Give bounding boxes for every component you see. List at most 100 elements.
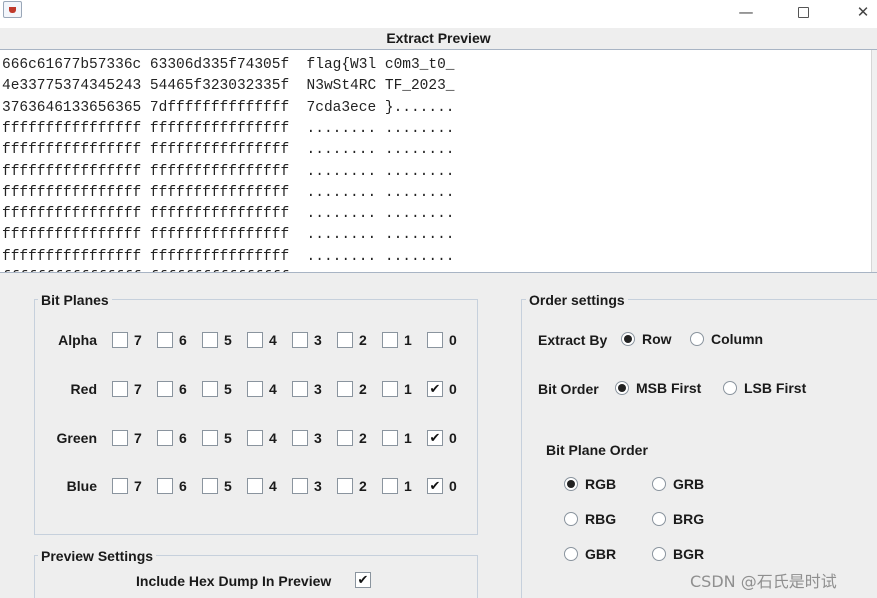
hex-dump-checkbox[interactable]: ✔ [355, 572, 371, 588]
minimize-button[interactable]: — [723, 0, 769, 24]
bit-label: 4 [269, 430, 277, 446]
bit-checkbox-green-3[interactable] [292, 430, 308, 446]
bit-checkbox-green-4[interactable] [247, 430, 263, 446]
bit-label: 7 [134, 430, 142, 446]
bit-plane-row-label: Red [70, 381, 97, 397]
bit-checkbox-red-1[interactable] [382, 381, 398, 397]
bit-checkbox-alpha-3[interactable] [292, 332, 308, 348]
bit-label: 1 [404, 332, 412, 348]
title-bar: — ✕ [0, 0, 877, 28]
bit-label: 2 [359, 430, 367, 446]
bit-checkbox-blue-2[interactable] [337, 478, 353, 494]
preview-line: 3763646133656365 7dffffffffffffff 7cda3e… [2, 99, 455, 116]
radio-dot [618, 384, 626, 392]
bit-label: 5 [224, 478, 232, 494]
bit-checkbox-green-7[interactable] [112, 430, 128, 446]
bit-checkbox-alpha-5[interactable] [202, 332, 218, 348]
maximize-button[interactable] [780, 0, 826, 24]
bit-checkbox-red-0[interactable]: ✔ [427, 381, 443, 397]
preview-line: 4e33775374345243 54465f323032335f N3wSt4… [2, 78, 455, 95]
bit-checkbox-red-6[interactable] [157, 381, 173, 397]
bit-label: 4 [269, 332, 277, 348]
preview-line: ffffffffffffffff ffffffffffffffff ......… [2, 163, 455, 180]
plane-order-brg-radio[interactable] [652, 512, 666, 526]
extract-by-row-radio-label: Row [642, 331, 672, 347]
bit-label: 2 [359, 381, 367, 397]
plane-order-gbr-radio-label: GBR [585, 546, 617, 562]
bit-checkbox-red-4[interactable] [247, 381, 263, 397]
bit-checkbox-blue-5[interactable] [202, 478, 218, 494]
bit-checkbox-blue-1[interactable] [382, 478, 398, 494]
order-settings-title: Order settings [526, 292, 628, 308]
bit-label: 0 [449, 332, 457, 348]
bit-checkbox-blue-3[interactable] [292, 478, 308, 494]
bit-label: 0 [449, 478, 457, 494]
bit-label: 1 [404, 381, 412, 397]
bit-planes-title: Bit Planes [38, 292, 112, 308]
extract-by-column-radio-label: Column [711, 331, 764, 347]
preview-line: ffffffffffffffff ffffffffffffffff ......… [2, 227, 455, 244]
bit-checkbox-alpha-4[interactable] [247, 332, 263, 348]
preview-settings-title: Preview Settings [38, 548, 157, 564]
bit-label: 7 [134, 381, 142, 397]
extract-by-column-radio[interactable] [690, 332, 704, 346]
bit-label: 6 [179, 381, 187, 397]
bit-label: 3 [314, 430, 322, 446]
extract-by-row-radio[interactable] [621, 332, 635, 346]
lsb-first-radio[interactable] [723, 381, 737, 395]
bit-checkbox-alpha-7[interactable] [112, 332, 128, 348]
bit-label: 3 [314, 478, 322, 494]
bit-checkbox-green-6[interactable] [157, 430, 173, 446]
bit-checkbox-red-5[interactable] [202, 381, 218, 397]
plane-order-rgb-radio[interactable] [564, 477, 578, 491]
close-button[interactable]: ✕ [840, 0, 877, 24]
maximize-icon [797, 6, 809, 18]
preview-scrollbar[interactable] [871, 50, 877, 272]
preview-line: ffffffffffffffff ffffffffffffffff ......… [2, 142, 455, 159]
bit-checkbox-green-2[interactable] [337, 430, 353, 446]
bit-label: 3 [314, 381, 322, 397]
bit-checkbox-blue-0[interactable]: ✔ [427, 478, 443, 494]
bit-label: 5 [224, 430, 232, 446]
preview-line: ffffffffffffffff ffffffffffffffff ......… [2, 120, 455, 137]
preview-line: 666c61677b57336c 63306d335f74305f flag{W… [2, 57, 455, 73]
bit-order-label: Bit Order [538, 381, 599, 397]
msb-first-radio-label: MSB First [636, 380, 702, 396]
hex-dump-label: Include Hex Dump In Preview [136, 573, 332, 589]
plane-order-gbr-radio[interactable] [564, 547, 578, 561]
plane-order-bgr-radio[interactable] [652, 547, 666, 561]
bit-checkbox-red-2[interactable] [337, 381, 353, 397]
bit-plane-row-label: Alpha [58, 332, 97, 348]
radio-dot [567, 480, 575, 488]
radio-dot [624, 335, 632, 343]
bit-checkbox-blue-7[interactable] [112, 478, 128, 494]
preview-line: ffffffffffffffff ffffffffffffffff ......… [2, 184, 455, 201]
bit-checkbox-green-5[interactable] [202, 430, 218, 446]
plane-order-rbg-radio-label: RBG [585, 511, 617, 527]
msb-first-radio[interactable] [615, 381, 629, 395]
bit-checkbox-blue-4[interactable] [247, 478, 263, 494]
watermark: CSDN @石氏是时试 [690, 572, 837, 591]
bit-label: 0 [449, 430, 457, 446]
bit-checkbox-alpha-2[interactable] [337, 332, 353, 348]
bit-checkbox-red-3[interactable] [292, 381, 308, 397]
bit-label: 4 [269, 478, 277, 494]
bit-checkbox-red-7[interactable] [112, 381, 128, 397]
bit-checkbox-green-1[interactable] [382, 430, 398, 446]
plane-order-rbg-radio[interactable] [564, 512, 578, 526]
plane-order-grb-radio[interactable] [652, 477, 666, 491]
bit-label: 5 [224, 381, 232, 397]
bit-checkbox-alpha-6[interactable] [157, 332, 173, 348]
checkmark-icon: ✔ [429, 430, 441, 446]
bit-checkbox-alpha-0[interactable] [427, 332, 443, 348]
plane-order-grb-radio-label: GRB [673, 476, 705, 492]
bit-checkbox-alpha-1[interactable] [382, 332, 398, 348]
bit-checkbox-green-0[interactable]: ✔ [427, 430, 443, 446]
extract-preview-area[interactable]: 666c61677b57336c 63306d335f74305f flag{W… [0, 49, 877, 273]
bit-checkbox-blue-6[interactable] [157, 478, 173, 494]
bit-label: 0 [449, 381, 457, 397]
bit-label: 2 [359, 478, 367, 494]
bit-label: 1 [404, 430, 412, 446]
bit-label: 7 [134, 478, 142, 494]
bit-label: 2 [359, 332, 367, 348]
